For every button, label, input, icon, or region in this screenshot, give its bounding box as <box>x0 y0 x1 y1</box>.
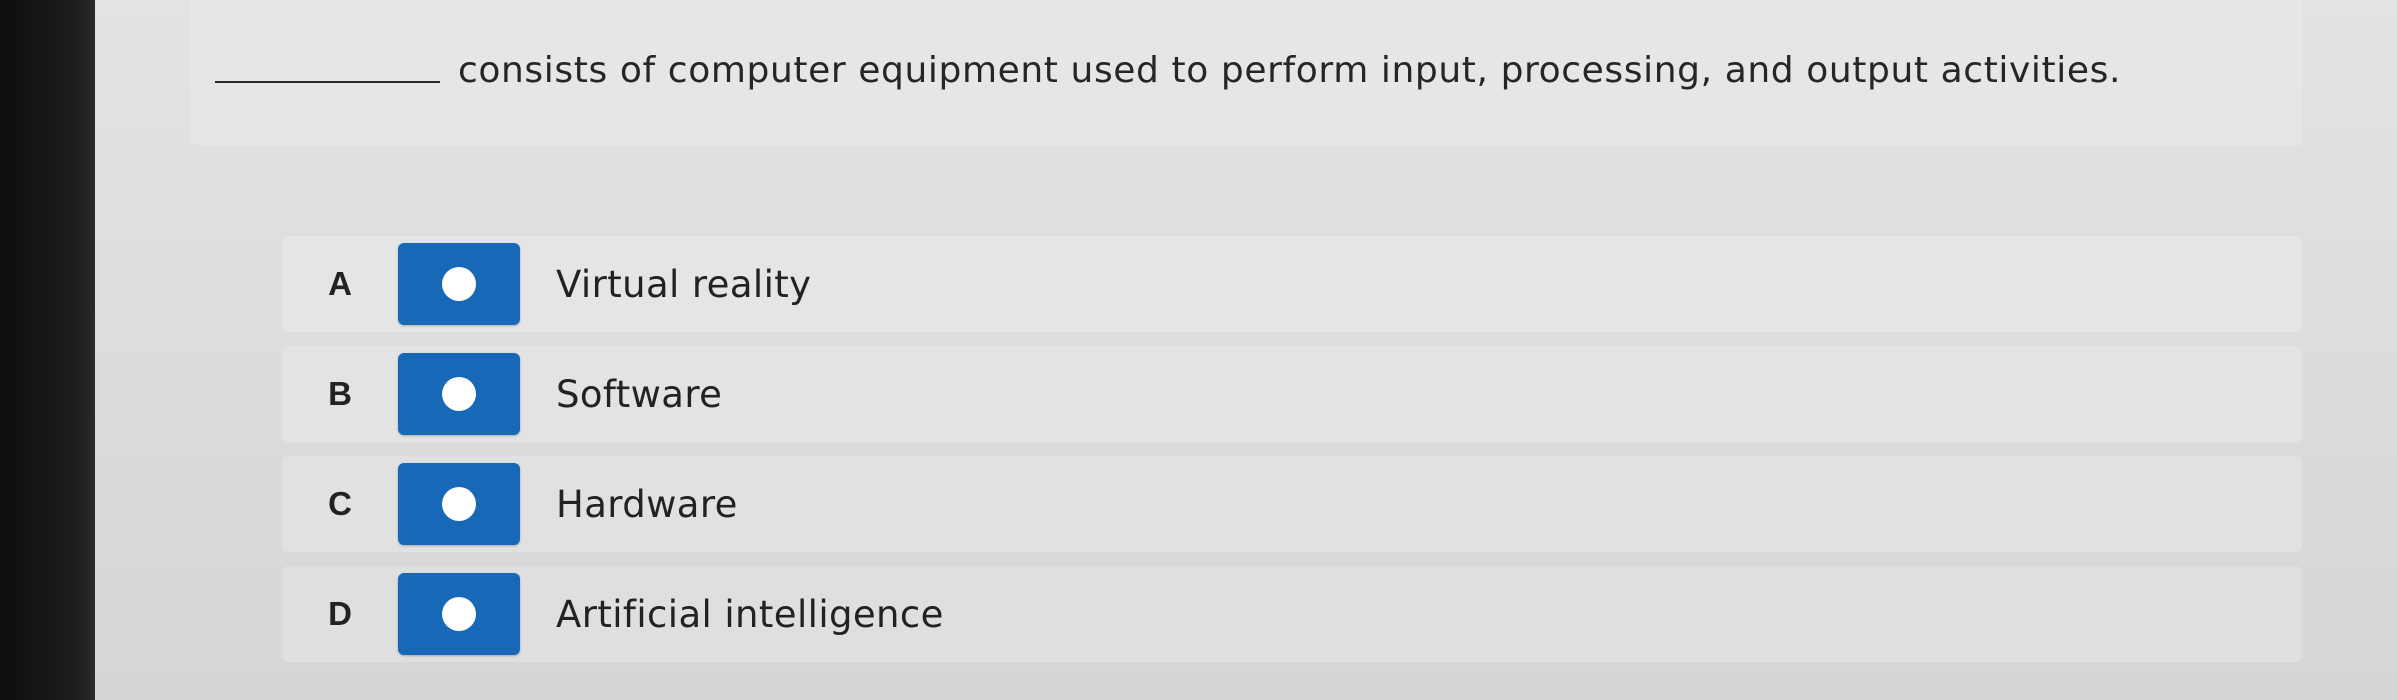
option-label: Virtual reality <box>556 262 812 306</box>
option-letter: D <box>328 595 352 632</box>
option-letter: A <box>328 265 352 302</box>
radio-button-icon[interactable] <box>398 243 520 325</box>
option-label: Hardware <box>556 482 738 526</box>
screen-bezel <box>0 0 95 700</box>
radio-dot <box>442 597 476 631</box>
radio-dot <box>442 487 476 521</box>
option-a[interactable]: A Virtual reality <box>282 236 2302 332</box>
radio-dot <box>442 377 476 411</box>
option-label: Artificial intelligence <box>556 592 944 636</box>
question-prompt: consists of computer equipment used to p… <box>215 50 2121 91</box>
option-letter: B <box>328 375 352 412</box>
radio-button-icon[interactable] <box>398 573 520 655</box>
question-text: consists of computer equipment used to p… <box>458 50 2121 91</box>
fill-in-blank <box>215 51 440 83</box>
radio-dot <box>442 267 476 301</box>
answer-options: A Virtual reality B Software C Hardware … <box>282 236 2302 676</box>
radio-button-icon[interactable] <box>398 353 520 435</box>
option-label: Software <box>556 372 723 416</box>
option-b[interactable]: B Software <box>282 346 2302 442</box>
option-letter: C <box>328 485 352 522</box>
option-d[interactable]: D Artificial intelligence <box>282 566 2302 662</box>
option-c[interactable]: C Hardware <box>282 456 2302 552</box>
radio-button-icon[interactable] <box>398 463 520 545</box>
